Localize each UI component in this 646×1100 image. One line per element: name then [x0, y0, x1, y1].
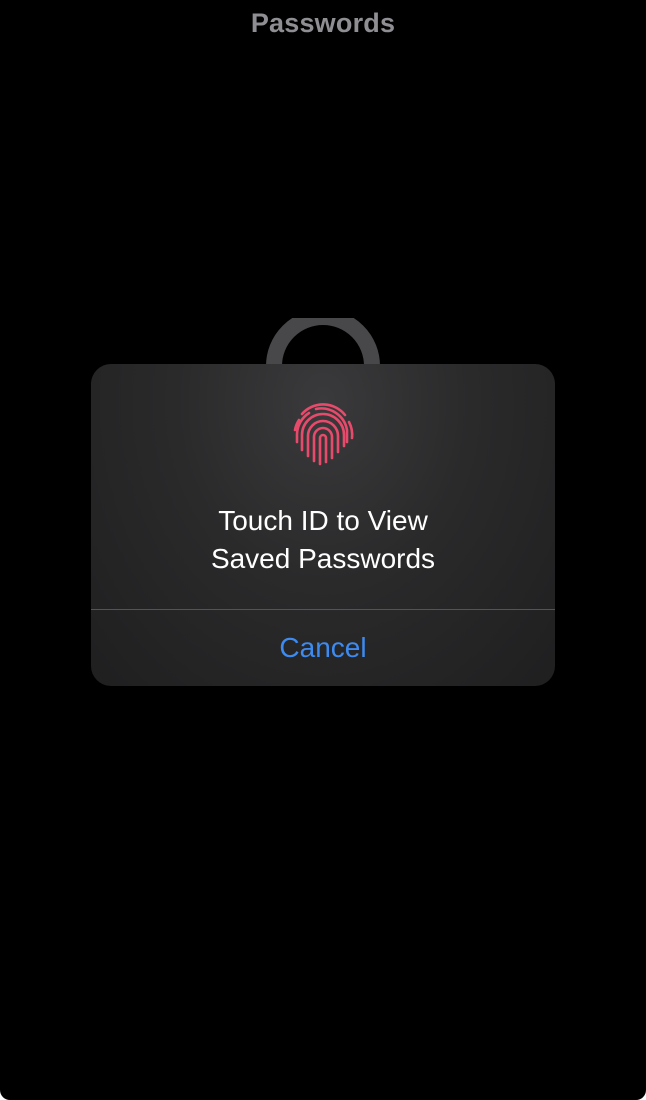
touch-id-dialog: Touch ID to View Saved Passwords Cancel — [91, 364, 555, 686]
passwords-screen: Passwords Touch ID to View Saved Passwor… — [0, 0, 646, 1100]
dialog-message: Touch ID to View Saved Passwords — [91, 502, 555, 578]
dialog-message-line1: Touch ID to View — [218, 505, 428, 536]
fingerprint-icon — [293, 403, 354, 466]
cancel-button[interactable]: Cancel — [91, 610, 555, 686]
dialog-message-line2: Saved Passwords — [210, 543, 436, 574]
nav-title: Passwords — [250, 8, 396, 38]
